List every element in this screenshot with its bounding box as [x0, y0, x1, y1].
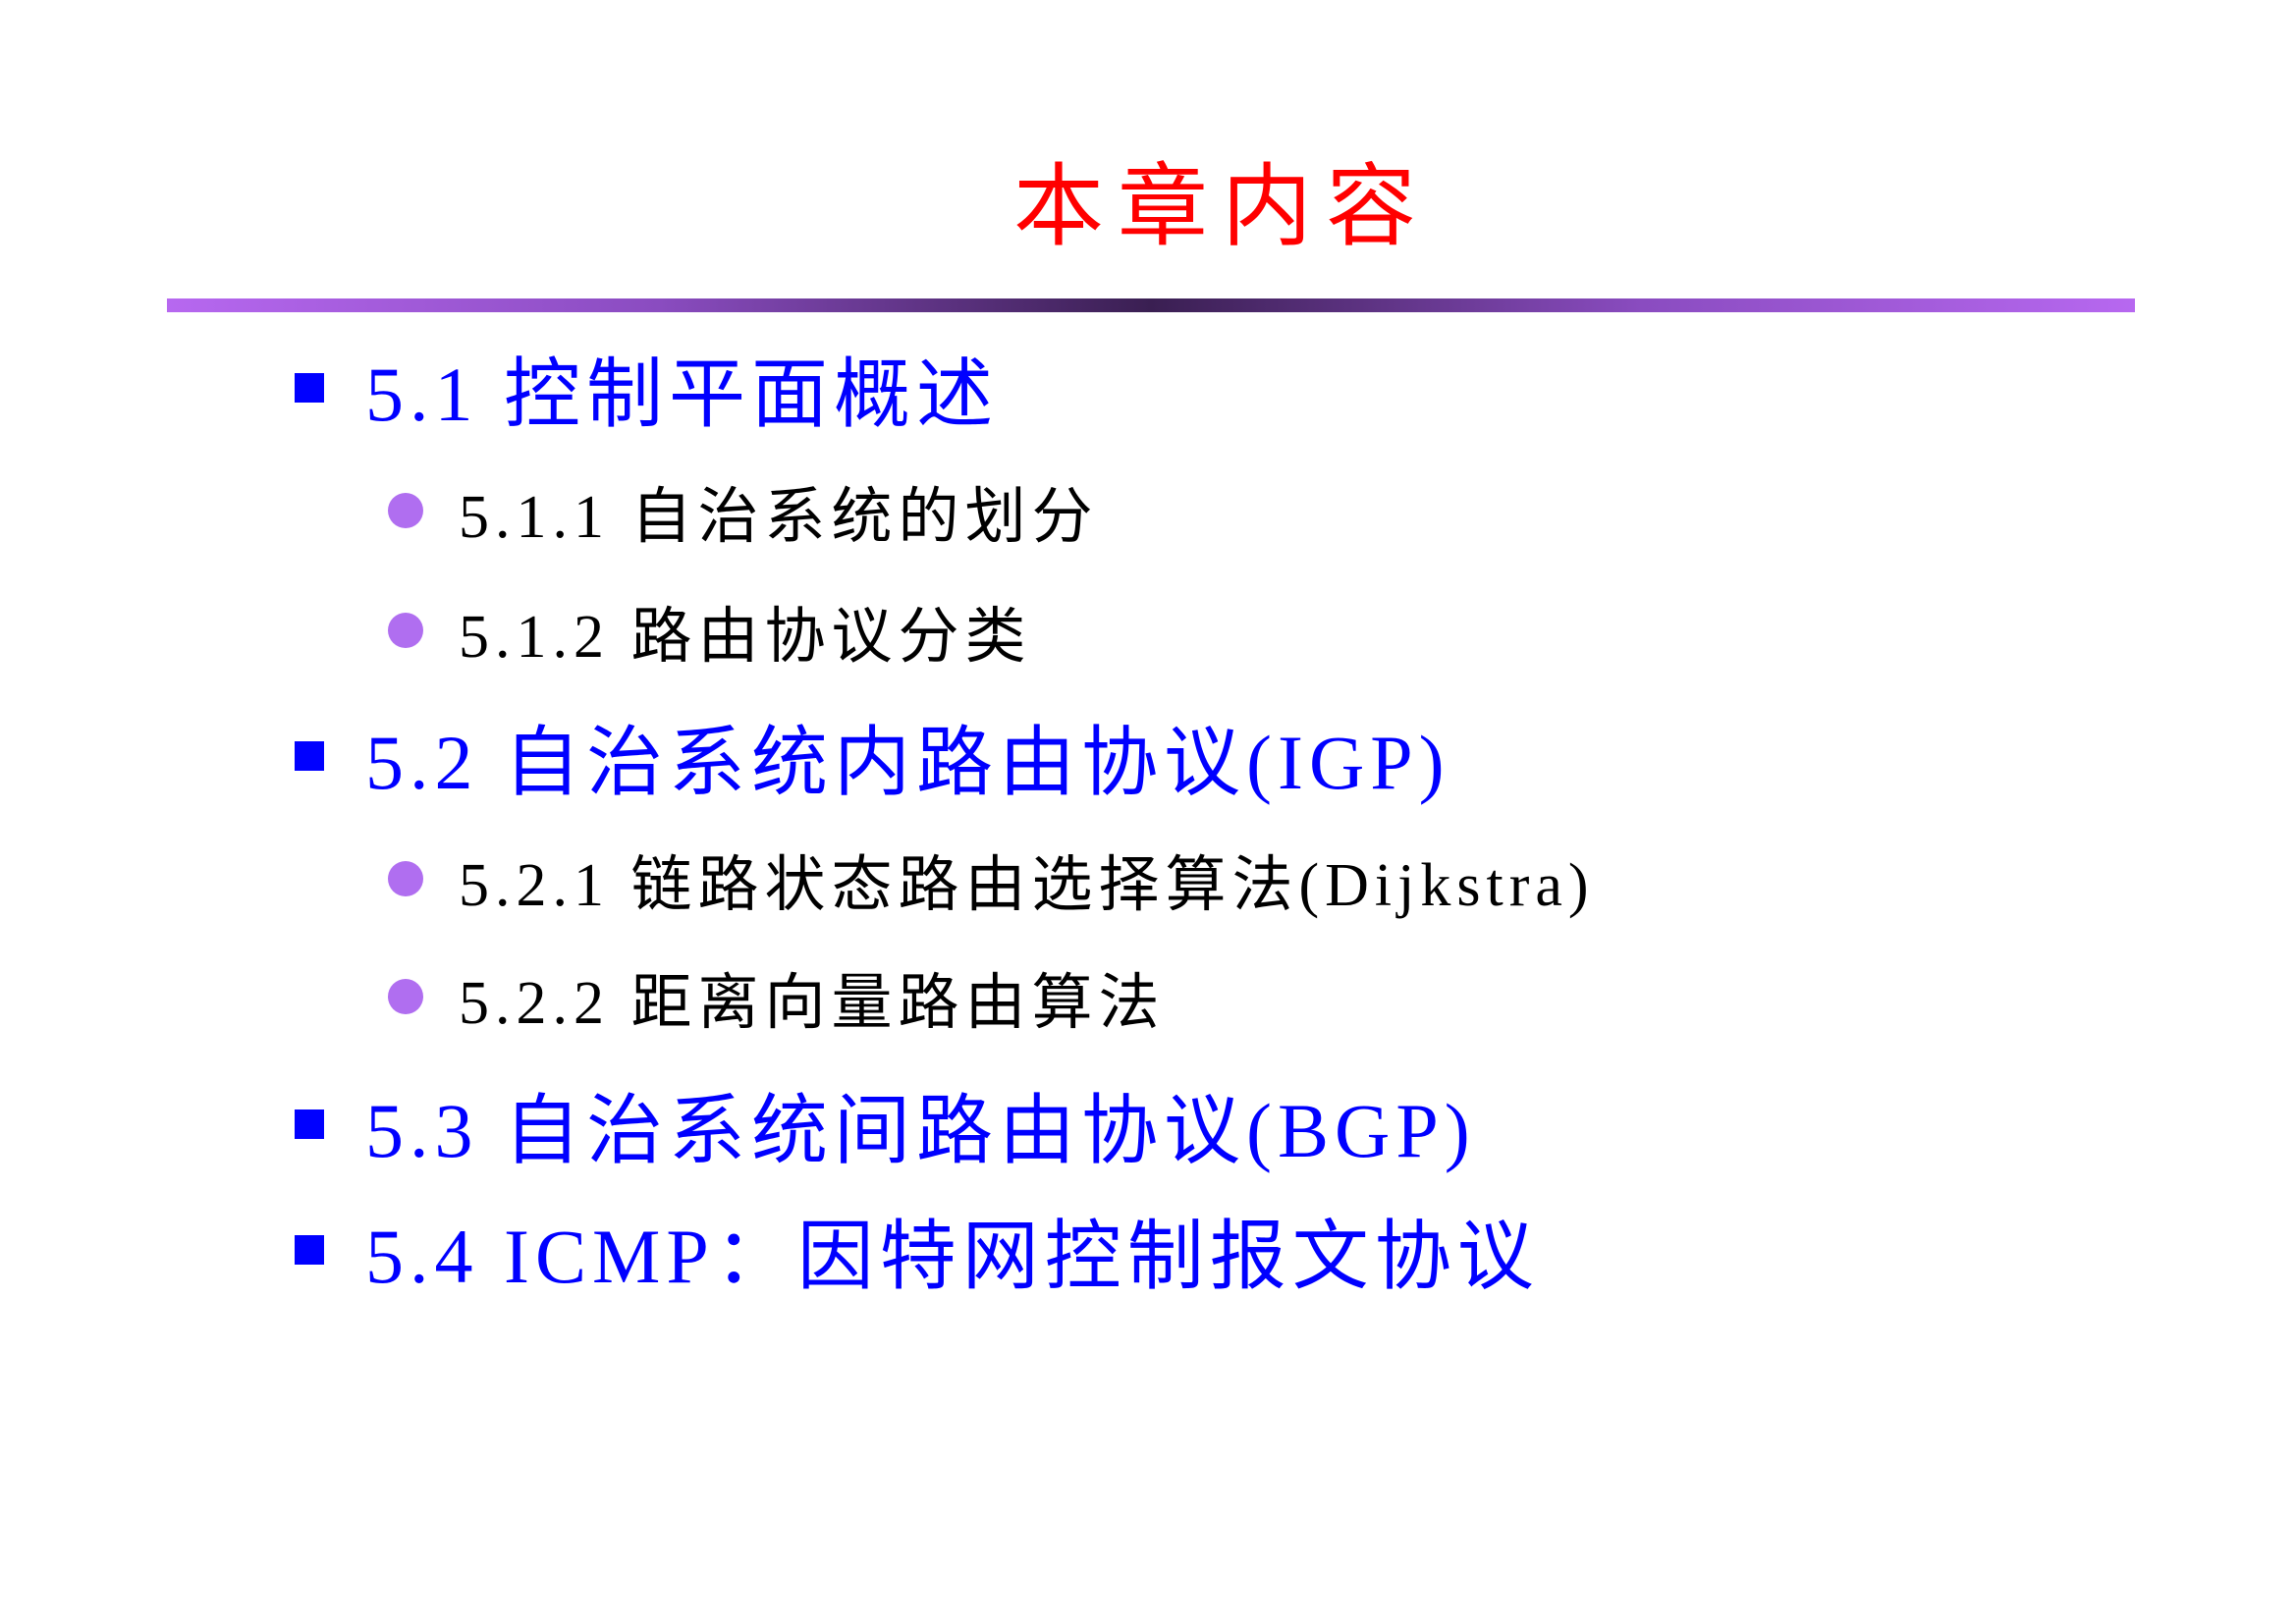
- circle-bullet-icon: [388, 493, 423, 528]
- outline-item-label: 5.2 自治系统内路由协议(IGP): [365, 720, 1450, 805]
- outline-item-5-2: 5.2 自治系统内路由协议(IGP): [295, 702, 1450, 810]
- outline-item-label: 5.4 ICMP：因特网控制报文协议: [365, 1214, 1540, 1299]
- square-bullet-icon: [295, 373, 324, 403]
- outline-subitem-label: 5.2.2 距离向量路由算法: [459, 970, 1166, 1037]
- outline-subitem-5-2-1: 5.2.1 链路状态路由选择算法(Dijkstra): [388, 835, 1595, 923]
- outline-item-5-1: 5.1 控制平面概述: [295, 334, 999, 442]
- outline-subitem-5-2-2: 5.2.2 距离向量路由算法: [388, 952, 1166, 1041]
- outline-subitem-label: 5.1.2 路由协议分类: [459, 604, 1032, 671]
- circle-bullet-icon: [388, 613, 423, 648]
- circle-bullet-icon: [388, 861, 423, 896]
- circle-bullet-icon: [388, 979, 423, 1014]
- outline-item-5-4: 5.4 ICMP：因特网控制报文协议: [295, 1196, 1540, 1304]
- title-divider: [167, 298, 2135, 312]
- outline-item-label: 5.3 自治系统间路由协议(BGP): [365, 1088, 1476, 1173]
- square-bullet-icon: [295, 741, 324, 771]
- outline-subitem-label: 5.2.1 链路状态路由选择算法(Dijkstra): [459, 852, 1595, 919]
- outline-subitem-label: 5.1.1 自治系统的划分: [459, 484, 1099, 551]
- outline-subitem-5-1-2: 5.1.2 路由协议分类: [388, 586, 1032, 675]
- square-bullet-icon: [295, 1109, 324, 1139]
- outline-subitem-5-1-1: 5.1.1 自治系统的划分: [388, 466, 1099, 555]
- square-bullet-icon: [295, 1235, 324, 1265]
- slide: 本章内容 5.1 控制平面概述 5.1.1 自治系统的划分 5.1.2 路由协议…: [0, 0, 2296, 1623]
- slide-title: 本章内容: [1012, 154, 1430, 259]
- outline-item-5-3: 5.3 自治系统间路由协议(BGP): [295, 1070, 1476, 1178]
- outline-item-label: 5.1 控制平面概述: [365, 352, 1000, 437]
